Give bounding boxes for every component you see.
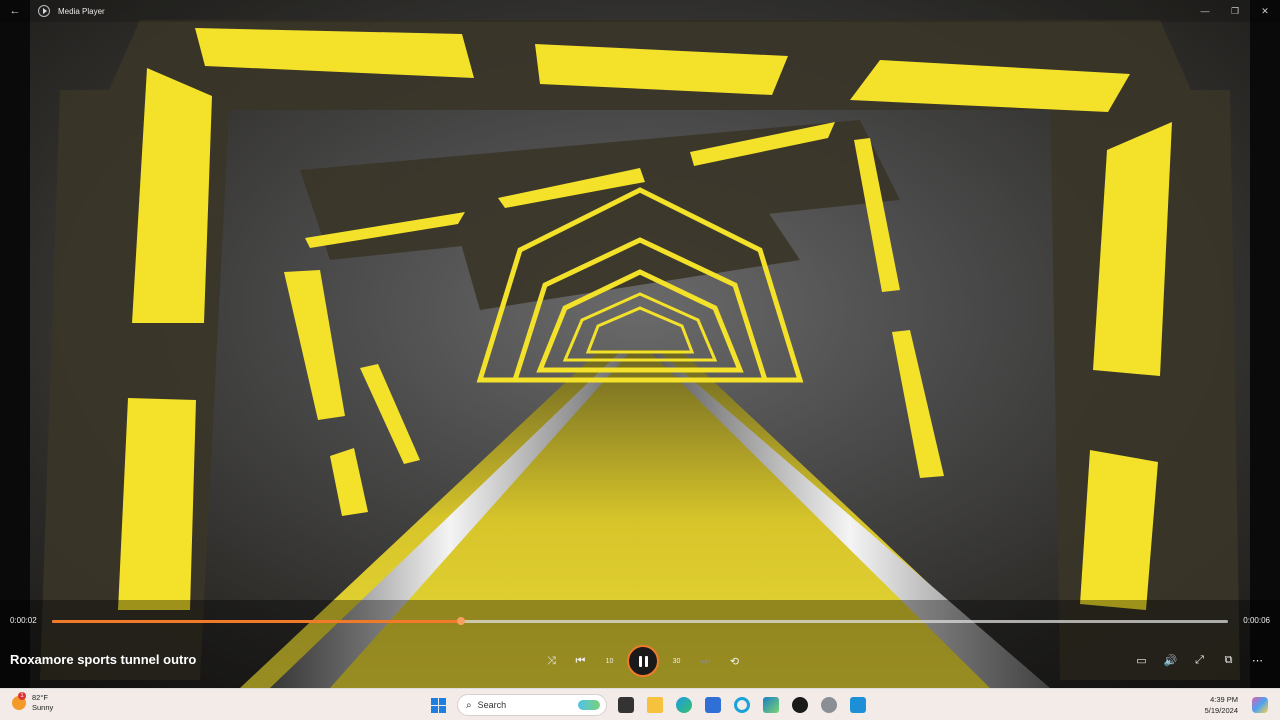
fullscreen-button[interactable]: ⤢ <box>1185 645 1214 675</box>
windows-logo <box>431 697 446 713</box>
transport-controls: ⤨ ⏮ 10 30 ⏭ ⟲ <box>537 645 749 677</box>
pause-icon-bar-left <box>638 655 642 667</box>
weather-temp: 82°F <box>32 693 48 702</box>
forward-30-label: 30 <box>672 657 681 665</box>
total-duration: 0:00:06 <box>1243 616 1270 625</box>
taskbar-icons: ⌕ Search <box>424 693 872 717</box>
previous-button[interactable]: ⏮ <box>566 646 595 676</box>
media-player-window: ← Media Player — ❐ ✕ 0:00:02 0:00:06 Rox… <box>0 0 1280 720</box>
pause-icon-bar-right <box>644 655 648 667</box>
right-controls: ▭ 🔊 ⤢ ⧉ ⋯ <box>1127 645 1272 675</box>
more-options-button[interactable]: ⋯ <box>1243 645 1272 675</box>
weather-condition: Sunny <box>32 703 54 712</box>
clock-time: 4:39 PM <box>1210 695 1238 704</box>
next-button[interactable]: ⏭ <box>691 646 720 676</box>
title-bar: ← Media Player — ❐ ✕ <box>0 0 1280 22</box>
volume-button[interactable]: 🔊 <box>1156 645 1185 675</box>
forward-30-button[interactable]: 30 <box>662 646 691 676</box>
rewind-10-label: 10 <box>605 657 614 665</box>
media-title: Roxamore sports tunnel outro <box>10 652 197 667</box>
tunnel-scene <box>0 0 1280 688</box>
search-highlight-icon <box>578 700 600 710</box>
miniplayer-button[interactable]: ⧉ <box>1214 645 1243 675</box>
pause-button[interactable] <box>627 645 659 677</box>
sun-icon: 1 <box>12 692 26 710</box>
captions-button[interactable]: ▭ <box>1127 645 1156 675</box>
search-placeholder: Search <box>477 700 507 710</box>
video-frame[interactable] <box>0 0 1280 688</box>
maximize-button[interactable]: ❐ <box>1220 0 1250 22</box>
clock-date: 5/19/2024 <box>1204 706 1238 715</box>
weather-text: 82°F Sunny <box>32 693 53 713</box>
close-button[interactable]: ✕ <box>1250 0 1280 22</box>
search-icon: ⌕ <box>466 699 472 711</box>
desktop-icon[interactable] <box>611 693 640 717</box>
current-time: 0:00:02 <box>10 616 37 625</box>
seek-progress <box>52 620 462 623</box>
file-explorer-icon[interactable] <box>640 693 669 717</box>
media-player-icon[interactable] <box>785 693 814 717</box>
minimize-button[interactable]: — <box>1190 0 1220 22</box>
visual-studio-icon[interactable] <box>756 693 785 717</box>
cortana-icon[interactable] <box>727 693 756 717</box>
store-icon[interactable] <box>698 693 727 717</box>
weather-widget[interactable]: 1 82°F Sunny <box>12 692 53 713</box>
system-clock[interactable]: 4:39 PM 5/19/2024 <box>1205 694 1238 716</box>
notification-badge: 1 <box>18 692 26 700</box>
settings-icon[interactable] <box>814 693 843 717</box>
copilot-icon[interactable] <box>1252 697 1268 713</box>
remote-desktop-icon[interactable] <box>843 693 872 717</box>
repeat-button[interactable]: ⟲ <box>720 646 749 676</box>
window-title: Media Player <box>58 6 105 16</box>
edge-icon[interactable] <box>669 693 698 717</box>
rewind-10-button[interactable]: 10 <box>595 646 624 676</box>
back-arrow-icon[interactable]: ← <box>0 0 30 22</box>
media-player-app-icon <box>38 5 50 17</box>
windows-start-icon[interactable] <box>424 693 453 717</box>
taskbar: 1 82°F Sunny ⌕ Search 4:39 PM 5/19/2024 <box>0 688 1280 720</box>
seek-bar[interactable] <box>52 617 1228 625</box>
taskbar-search[interactable]: ⌕ Search <box>457 694 607 716</box>
shuffle-button[interactable]: ⤨ <box>537 646 566 676</box>
